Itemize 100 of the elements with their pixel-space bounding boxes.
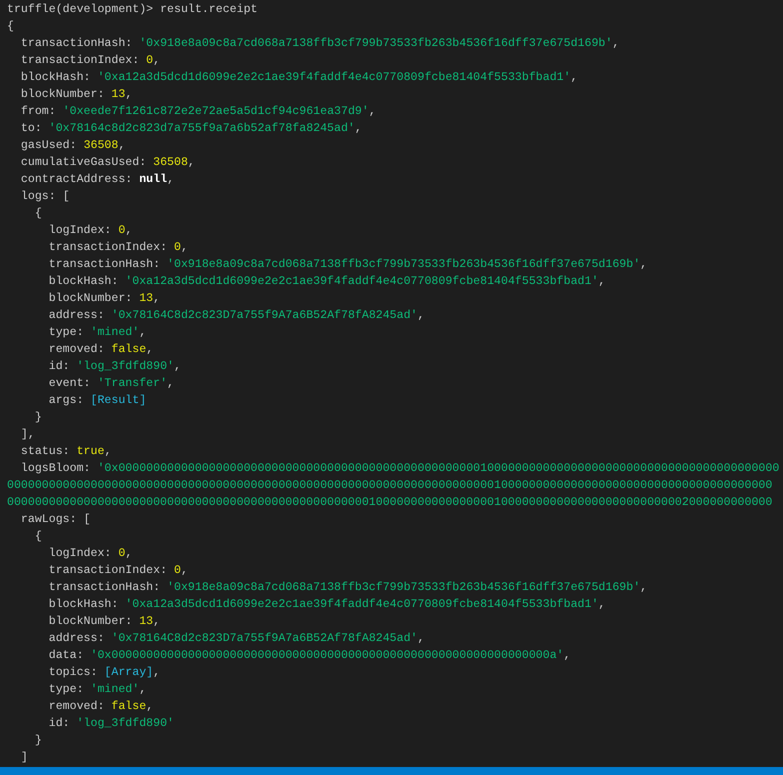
object-reference: [Array] — [104, 666, 154, 679]
property-key: type: — [48, 683, 84, 696]
number-value: 0 — [174, 241, 181, 254]
punctuation: , — [640, 581, 648, 594]
property-key: id: — [48, 717, 70, 730]
punctuation: , — [153, 615, 160, 628]
number-value: 0 — [118, 547, 126, 560]
string-value: '0x78164C8d2c823D7a755f9A7a6B52Af78fA8245ad' — [111, 309, 418, 322]
string-value: '0x78164C8d2c823D7a755f9A7a6B52Af78fA8245ad' — [111, 632, 418, 645]
punctuation: , — [180, 241, 188, 254]
number-value: 0 — [118, 224, 126, 237]
punctuation: { — [34, 207, 42, 220]
string-value: 00000000000000000000000000000000000000000000000000000000000000000000001000000000000000000000000000000000000000 — [7, 479, 772, 492]
property-key: blockNumber: — [48, 292, 132, 305]
property-key: logsBloom: — [20, 462, 90, 475]
number-value: 13 — [139, 615, 154, 628]
punctuation: } — [34, 411, 42, 424]
object-reference: [Result] — [90, 394, 146, 407]
command-text: result.receipt — [160, 3, 258, 16]
property-key: from: — [20, 105, 56, 118]
string-value: 'mined' — [90, 326, 140, 339]
property-key: args: — [48, 394, 84, 407]
property-key: removed: — [48, 343, 104, 356]
property-key: gasUsed: — [20, 139, 77, 152]
property-key: rawLogs: — [20, 513, 77, 526]
property-key: topics: — [48, 666, 98, 679]
string-value: 00000000000000000000000000000000000000000000000000001000000000000000001000000000000000000000000002000000000000 — [7, 496, 772, 509]
punctuation: ] — [20, 751, 28, 764]
punctuation: { — [34, 530, 42, 543]
punctuation: [ — [84, 513, 91, 526]
number-value: 13 — [139, 292, 154, 305]
punctuation: , — [640, 258, 648, 271]
number-value: 13 — [111, 88, 126, 101]
property-key: id: — [48, 360, 70, 373]
punctuation: , — [125, 224, 132, 237]
punctuation: , — [153, 666, 160, 679]
punctuation: , — [167, 377, 174, 390]
punctuation: { — [7, 20, 14, 33]
string-value: '0xa12a3d5dcd1d6099e2e2c1ae39f4faddf4e4c0770809fcbe81404f5533bfbad1' — [125, 598, 598, 611]
string-value: '0x000000000000000000000000000000000000000000000000000000000000000a' — [90, 649, 564, 662]
punctuation: } — [34, 734, 42, 747]
string-value: '0x918e8a09c8a7cd068a7138ffb3cf799b73533fb263b4536f16dff37e675d169b' — [167, 581, 640, 594]
punctuation: , — [139, 683, 146, 696]
punctuation: , — [139, 326, 146, 339]
property-key: event: — [48, 377, 90, 390]
punctuation: , — [118, 139, 126, 152]
property-key: transactionHash: — [48, 581, 160, 594]
string-value: '0xeede7f1261c872e2e72ae5a5d1cf94c961ea37d9' — [62, 105, 369, 118]
property-key: address: — [48, 309, 104, 322]
property-key: contractAddress: — [20, 173, 132, 186]
punctuation: , — [564, 649, 571, 662]
punctuation: , — [180, 564, 188, 577]
punctuation: , — [188, 156, 195, 169]
punctuation: , — [125, 88, 132, 101]
string-value: '0xa12a3d5dcd1d6099e2e2c1ae39f4faddf4e4c0770809fcbe81404f5533bfbad1' — [125, 275, 598, 288]
punctuation: , — [125, 547, 132, 560]
property-key: logIndex: — [48, 547, 112, 560]
punctuation: ], — [20, 428, 35, 441]
property-key: address: — [48, 632, 104, 645]
punctuation: , — [598, 598, 606, 611]
string-value: '0x918e8a09c8a7cd068a7138ffb3cf799b73533fb263b4536f16dff37e675d169b' — [139, 37, 612, 50]
boolean-value: false — [111, 700, 146, 713]
property-key: data: — [48, 649, 84, 662]
terminal-prompt: truffle(development)> — [7, 3, 154, 16]
string-value: 'mined' — [90, 683, 140, 696]
string-value: '0x918e8a09c8a7cd068a7138ffb3cf799b73533fb263b4536f16dff37e675d169b' — [167, 258, 640, 271]
punctuation: , — [146, 700, 154, 713]
property-key: blockHash: — [48, 598, 118, 611]
punctuation: , — [153, 54, 160, 67]
punctuation: [ — [62, 190, 70, 203]
number-value: 36508 — [84, 139, 118, 152]
number-value: 0 — [146, 54, 154, 67]
property-key: type: — [48, 326, 84, 339]
string-value: 'Transfer' — [97, 377, 168, 390]
property-key: transactionHash: — [48, 258, 160, 271]
boolean-value: false — [111, 343, 146, 356]
property-key: blockHash: — [48, 275, 118, 288]
property-key: transactionIndex: — [20, 54, 140, 67]
property-key: removed: — [48, 700, 104, 713]
punctuation: , — [570, 71, 578, 84]
property-key: transactionIndex: — [48, 241, 168, 254]
null-value: null — [139, 173, 168, 186]
property-key: transactionHash: — [20, 37, 132, 50]
property-key: transactionIndex: — [48, 564, 168, 577]
property-key: logs: — [20, 190, 56, 203]
property-key: logIndex: — [48, 224, 112, 237]
punctuation: , — [167, 173, 174, 186]
punctuation: , — [598, 275, 606, 288]
string-value: '0x00000000000000000000000000000000000000000000000000001000000000000000000000000000000000000000000 — [97, 462, 780, 475]
string-value: '0xa12a3d5dcd1d6099e2e2c1ae39f4faddf4e4c0770809fcbe81404f5533bfbad1' — [97, 71, 571, 84]
property-key: cumulativeGasUsed: — [20, 156, 146, 169]
string-value: 'log_3fdfd890' — [76, 717, 174, 730]
number-value: 0 — [174, 564, 181, 577]
punctuation: , — [146, 343, 154, 356]
string-value: 'log_3fdfd890' — [76, 360, 174, 373]
string-value: '0x78164c8d2c823d7a755f9a7a6b52af78fa8245ad' — [48, 122, 355, 135]
punctuation: , — [354, 122, 362, 135]
punctuation: , — [418, 309, 424, 322]
boolean-value: true — [76, 445, 104, 458]
punctuation: , — [368, 105, 376, 118]
